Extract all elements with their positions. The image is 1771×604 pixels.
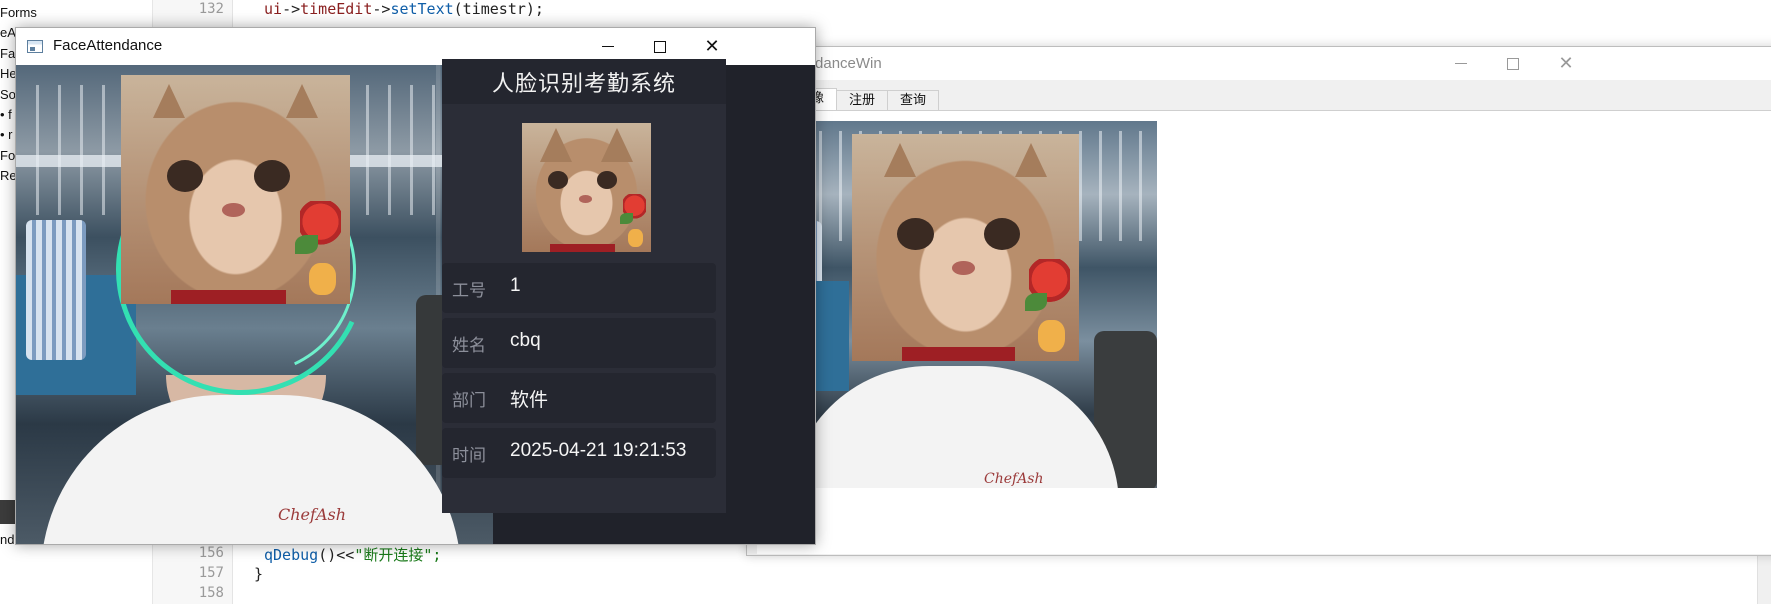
cat-eye bbox=[166, 159, 204, 192]
field-label: 时间 bbox=[452, 446, 486, 466]
cat-collar bbox=[171, 290, 286, 304]
window-title: FaceAttendance bbox=[53, 37, 163, 54]
minimize-button[interactable] bbox=[1432, 47, 1490, 80]
attendance-window: AttendanceWin ✕ 考勤图像 注册 查询 ChefAsh bbox=[746, 46, 1771, 556]
cat-eye bbox=[253, 159, 291, 192]
recognized-avatar bbox=[522, 123, 651, 252]
code-token: (timestr); bbox=[453, 0, 544, 18]
panel-header: 人脸识别考勤系统 bbox=[442, 59, 726, 104]
code-token: qDebug bbox=[264, 546, 319, 564]
paw-icon bbox=[627, 228, 644, 247]
cat-nose bbox=[951, 261, 975, 275]
face-attendance-window: FaceAttendance ✕ ChefAsh 人脸识别考勤系统 工号 1 姓… bbox=[15, 27, 816, 545]
tree-item[interactable]: • f bbox=[0, 107, 12, 122]
cat-eye bbox=[596, 170, 618, 189]
tree-item[interactable]: Forms bbox=[0, 5, 37, 20]
cat-ear bbox=[883, 143, 916, 178]
line-number: 158 bbox=[198, 585, 224, 601]
cat-ear bbox=[285, 84, 318, 119]
cat-nose bbox=[578, 195, 592, 203]
code-line-132[interactable]: ui->timeEdit->setText(timestr); bbox=[264, 0, 544, 18]
window-body: 考勤图像 注册 查询 ChefAsh bbox=[747, 80, 1771, 555]
background-towel bbox=[26, 220, 86, 360]
cat-eye bbox=[547, 170, 569, 189]
cat-ear bbox=[1015, 143, 1048, 178]
info-row-department: 部门 软件 bbox=[442, 373, 716, 423]
paw-icon bbox=[308, 262, 337, 295]
camera-view: ChefAsh bbox=[16, 65, 493, 544]
title-bar[interactable]: AttendanceWin ✕ bbox=[747, 47, 1771, 80]
tab-register[interactable]: 注册 bbox=[836, 90, 889, 110]
attendance-image: ChefAsh bbox=[759, 121, 1157, 488]
paw-icon bbox=[1038, 320, 1066, 352]
cat-collar bbox=[550, 244, 615, 252]
tree-item[interactable]: • r bbox=[0, 127, 13, 142]
shirt-logo: ChefAsh bbox=[984, 471, 1044, 487]
tree-item[interactable]: nd bbox=[0, 532, 14, 547]
tree-item[interactable]: eA bbox=[0, 25, 16, 40]
info-row-name: 姓名 cbq bbox=[442, 318, 716, 368]
tab-pane-attendance-image: ChefAsh bbox=[757, 110, 1771, 554]
cat-ear bbox=[540, 128, 573, 163]
close-button[interactable]: ✕ bbox=[1537, 47, 1595, 80]
shirt-logo: ChefAsh bbox=[278, 505, 347, 524]
code-token: -> bbox=[282, 0, 301, 18]
cat-ear bbox=[153, 84, 186, 119]
code-line-157[interactable]: } bbox=[254, 565, 263, 583]
info-row-employee-id: 工号 1 bbox=[442, 263, 716, 313]
code-token: setText bbox=[390, 0, 454, 18]
leaf-icon bbox=[295, 235, 318, 254]
cat-collar bbox=[901, 347, 1016, 361]
cat-face-sticker bbox=[852, 134, 1079, 361]
cat-nose bbox=[221, 203, 245, 217]
code-token: -> bbox=[372, 0, 391, 18]
code-token: "断开连接"; bbox=[354, 546, 442, 564]
code-token: timeEdit bbox=[300, 0, 373, 18]
field-value: 2025-04-21 19:21:53 bbox=[510, 440, 687, 461]
cat-ear bbox=[600, 128, 633, 163]
line-number: 156 bbox=[198, 545, 224, 561]
leaf-icon bbox=[620, 213, 633, 224]
field-label: 工号 bbox=[452, 281, 486, 301]
field-value: 1 bbox=[510, 275, 521, 296]
window-app-icon bbox=[27, 40, 43, 53]
info-panel: 人脸识别考勤系统 工号 1 姓名 cbq 部门 软件 时间 2025-04-21… bbox=[442, 59, 726, 513]
cat-eye bbox=[983, 217, 1020, 250]
code-line-156[interactable]: qDebug()<<"断开连接"; bbox=[264, 544, 441, 565]
maximize-button[interactable] bbox=[1484, 47, 1542, 80]
field-label: 姓名 bbox=[452, 336, 486, 356]
tab-query[interactable]: 查询 bbox=[887, 90, 940, 110]
person-shirt bbox=[41, 395, 461, 544]
field-label: 部门 bbox=[452, 391, 486, 411]
leaf-icon bbox=[1024, 292, 1048, 312]
code-token: ()<< bbox=[318, 546, 355, 564]
tree-selection-marker bbox=[0, 500, 16, 524]
cat-eye bbox=[897, 217, 934, 250]
code-token: ui bbox=[264, 0, 283, 18]
panel-title: 人脸识别考勤系统 bbox=[491, 71, 676, 97]
cat-face-sticker bbox=[121, 75, 350, 304]
line-number: 132 bbox=[198, 1, 224, 17]
line-number: 157 bbox=[198, 565, 224, 581]
field-value: 软件 bbox=[510, 390, 549, 411]
field-value: cbq bbox=[510, 330, 541, 351]
info-row-time: 时间 2025-04-21 19:21:53 bbox=[442, 428, 716, 478]
